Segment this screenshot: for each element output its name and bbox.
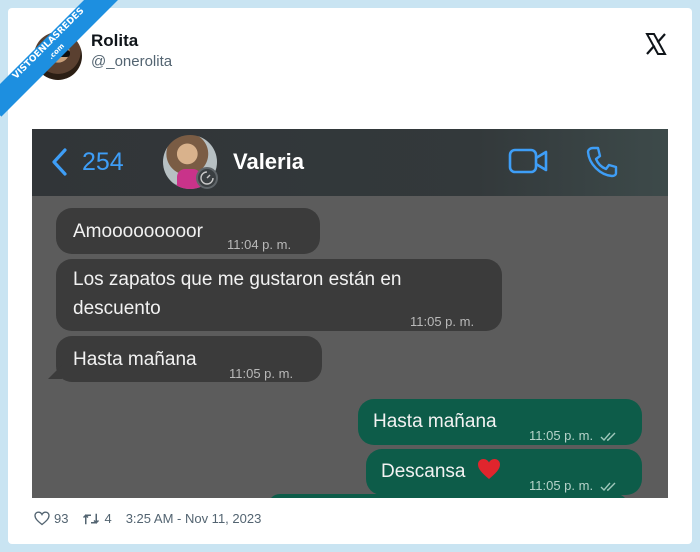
like-button[interactable]: 93 — [34, 511, 68, 526]
message-incoming[interactable]: Hasta mañana 11:05 p. m. — [56, 336, 322, 382]
retweet-icon — [83, 513, 100, 524]
message-outgoing[interactable]: Hasta mañana 11:05 p. m. — [358, 399, 642, 445]
message-text: Hasta mañana — [73, 349, 197, 370]
retweet-button[interactable]: 4 — [82, 511, 112, 526]
message-text: Descansa — [381, 461, 466, 482]
message-text: Amooooooooor — [73, 221, 203, 242]
message-time: 11:04 p. m. — [227, 237, 292, 252]
chevron-left-icon — [52, 148, 67, 176]
x-logo-icon[interactable] — [644, 32, 668, 56]
author-name[interactable]: Rolita — [91, 31, 138, 51]
bubble-tail — [48, 365, 62, 379]
message-text: Hasta mañana — [373, 411, 497, 432]
tweet-stats: 93 4 3:25 AM - Nov 11, 2023 — [34, 511, 275, 526]
message-incoming[interactable]: Los zapatos que me gustaron están en des… — [56, 259, 502, 331]
message-time-text: 11:05 p. m. — [529, 428, 594, 443]
like-count: 93 — [54, 511, 69, 526]
message-incoming[interactable]: Amooooooooor 11:04 p. m. — [56, 208, 320, 254]
contact-name[interactable]: Valeria — [233, 149, 304, 175]
tweet-card: VISTOENLASREDES .com Rolita @_onerolita … — [0, 0, 692, 544]
double-check-icon — [600, 482, 616, 491]
unread-count: 254 — [82, 147, 124, 176]
message-outgoing[interactable]: Descansa 11:05 p. m. — [366, 449, 642, 495]
heart-emoji-icon — [477, 459, 500, 479]
message-time-text: 11:05 p. m. — [529, 478, 594, 493]
message-time: 11:05 p. m. — [529, 421, 618, 450]
timer-icon — [196, 167, 218, 189]
chat-screenshot: 254 Valeria Amooooooooor 11:04 p. m. Los… — [32, 129, 668, 498]
video-call-icon[interactable] — [508, 147, 548, 175]
tweet-timestamp[interactable]: 3:25 AM - Nov 11, 2023 — [126, 511, 262, 526]
retweet-count: 4 — [104, 511, 112, 526]
author-handle[interactable]: @_onerolita — [91, 53, 172, 70]
phone-icon[interactable] — [585, 145, 619, 179]
message-time: 11:05 p. m. — [410, 314, 475, 329]
heart-icon — [34, 511, 50, 526]
back-button[interactable]: 254 — [50, 146, 124, 178]
double-check-icon — [600, 432, 616, 441]
chat-header: 254 Valeria — [32, 129, 668, 196]
message-time: 11:05 p. m. — [229, 366, 294, 381]
next-message-peek — [268, 494, 628, 498]
message-text-line1: Los zapatos que me gustaron están en — [73, 269, 402, 290]
